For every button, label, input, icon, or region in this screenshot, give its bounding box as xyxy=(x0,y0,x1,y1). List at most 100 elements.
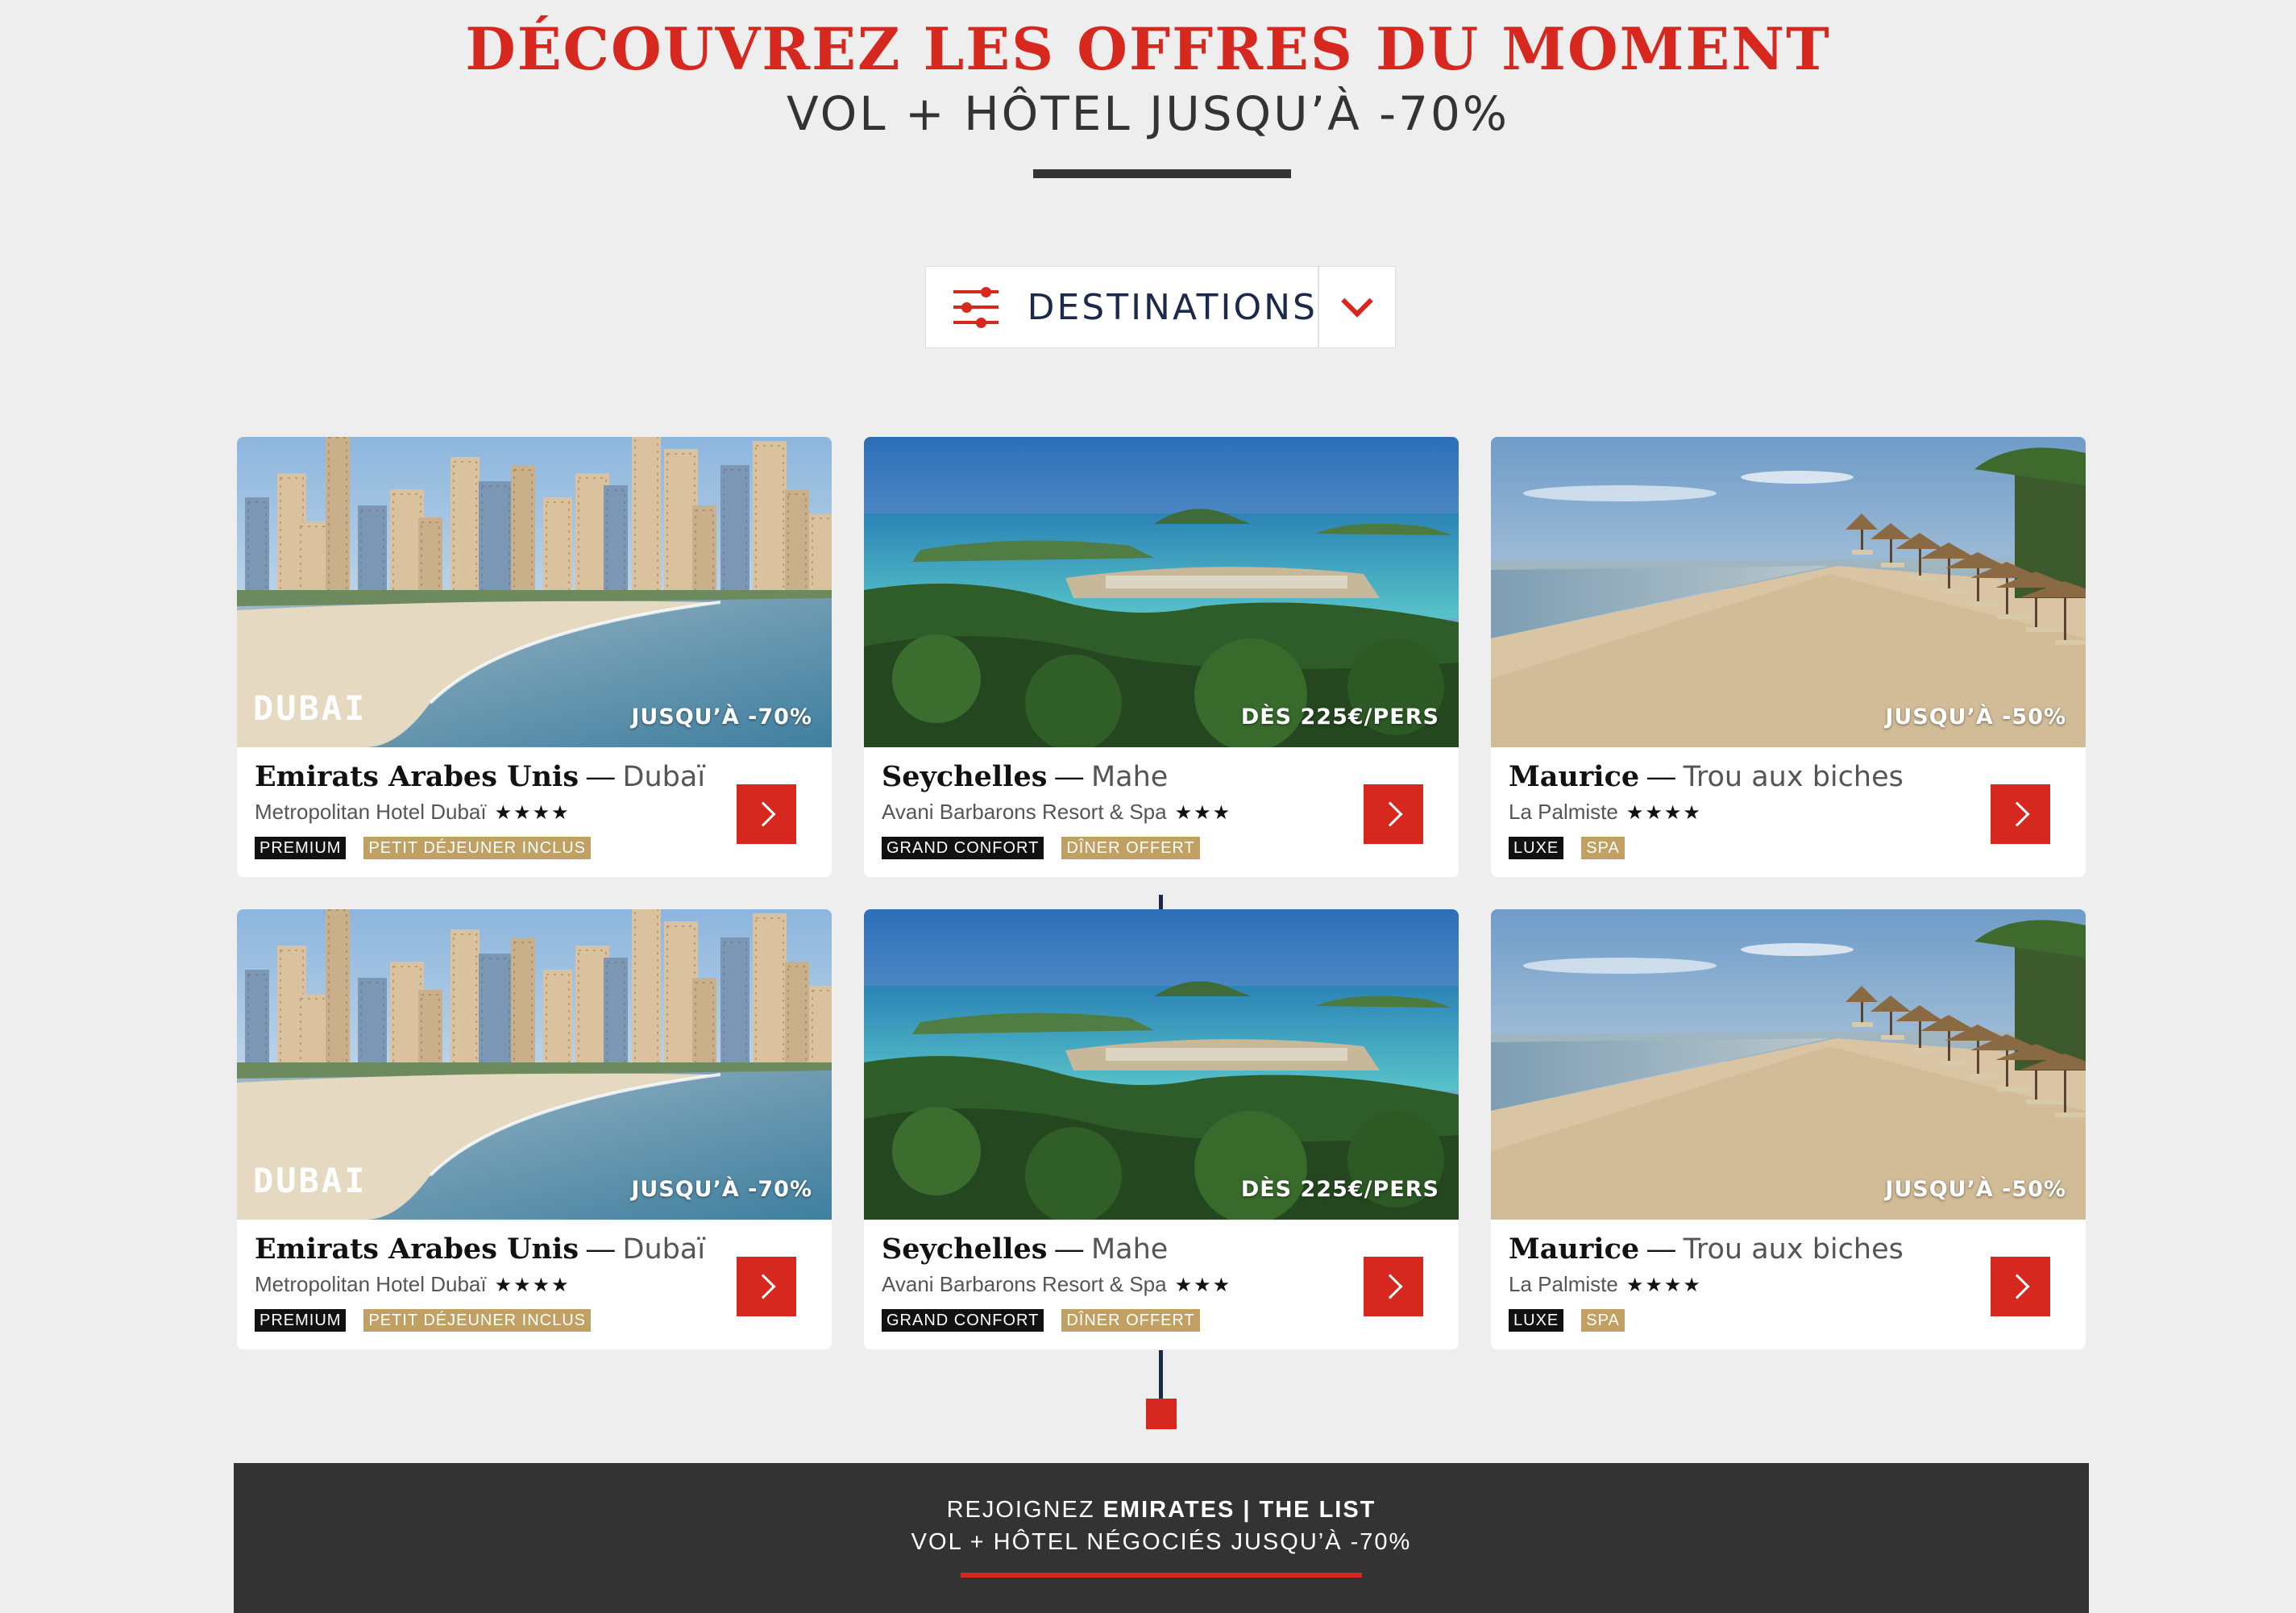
offer-hotel: Avani Barbarons Resort & Spa xyxy=(882,800,1167,824)
offer-price-badge: DÈS 225€/PERS xyxy=(1240,1177,1439,1202)
offer-tag: GRAND CONFORT xyxy=(882,1309,1044,1332)
offer-hotel-line: Avani Barbarons Resort & Spa ★★★ xyxy=(882,1270,1317,1299)
offer-tag: LUXE xyxy=(1509,1309,1564,1332)
offer-details-button[interactable] xyxy=(1364,784,1423,844)
offer-country: Emirats Arabes Unis xyxy=(255,1233,579,1266)
offer-separator: — xyxy=(586,1233,623,1265)
offer-price-badge: JUSQU’À -70% xyxy=(631,1177,812,1202)
offer-details: Emirats Arabes Unis — Dubaï Metropolitan… xyxy=(255,1232,705,1332)
offer-country: Seychelles xyxy=(882,1233,1048,1266)
offer-tag: DÎNER OFFERT xyxy=(1061,837,1200,859)
title-underline xyxy=(1033,169,1291,178)
offer-details-button[interactable] xyxy=(1991,784,2050,844)
newsletter-banner[interactable]: REJOIGNEZ EMIRATES | THE LIST VOL + HÔTE… xyxy=(234,1463,2089,1613)
offer-tag: LUXE xyxy=(1509,837,1564,859)
offer-title: Maurice — Trou aux biches xyxy=(1509,759,1944,795)
offer-details: Maurice — Trou aux biches La Palmiste ★★★… xyxy=(1509,1232,1944,1332)
sliders-icon xyxy=(953,287,999,328)
star-rating-icon: ★★★ xyxy=(1174,1274,1232,1296)
offer-tag: SPA xyxy=(1581,1309,1625,1332)
offer-image[interactable]: JUSQU’À -50% xyxy=(1491,909,2086,1220)
chevron-right-icon xyxy=(750,801,776,827)
offer-city: Trou aux biches xyxy=(1683,761,1904,793)
chevron-right-icon xyxy=(2004,1274,2030,1299)
destination-filter-button[interactable]: DESTINATIONS xyxy=(926,267,1319,347)
offer-hotel-line: Avani Barbarons Resort & Spa ★★★ xyxy=(882,798,1317,827)
offer-separator: — xyxy=(1646,1233,1684,1265)
dubai-logo: DUBAI xyxy=(253,1161,367,1200)
offer-image[interactable]: DÈS 225€/PERS xyxy=(864,909,1459,1220)
offer-card[interactable]: DÈS 225€/PERS Seychelles — Mahe Avani Ba… xyxy=(864,437,1459,877)
offer-city: Mahe xyxy=(1090,1233,1169,1266)
dubai-logo: DUBAI xyxy=(253,688,367,728)
offer-image[interactable]: DUBAI JUSQU’À -70% xyxy=(237,909,832,1220)
chevron-right-icon xyxy=(1377,801,1403,827)
offer-hotel-line: Metropolitan Hotel Dubaï ★★★★ xyxy=(255,798,690,827)
offer-details-button[interactable] xyxy=(737,1257,796,1316)
offer-hotel-line: La Palmiste ★★★★ xyxy=(1509,1270,1944,1299)
offer-hotel: La Palmiste xyxy=(1509,800,1618,824)
offer-tag: PREMIUM xyxy=(255,1309,347,1332)
offer-image[interactable]: DUBAI JUSQU’À -70% xyxy=(237,437,832,747)
offer-title: Emirats Arabes Unis — Dubaï xyxy=(255,1232,705,1267)
timeline-connector xyxy=(1159,895,1163,909)
offer-title: Maurice — Trou aux biches xyxy=(1509,1232,1944,1267)
offer-card[interactable]: DUBAI JUSQU’À -70% Emirats Arabes Unis — … xyxy=(237,909,832,1349)
offer-card[interactable]: DUBAI JUSQU’À -70% Emirats Arabes Unis — … xyxy=(237,437,832,877)
offer-card[interactable]: JUSQU’À -50% Maurice — Trou aux biches L… xyxy=(1491,437,2086,877)
offer-hotel: Avani Barbarons Resort & Spa xyxy=(882,1272,1167,1296)
chevron-down-icon xyxy=(1341,285,1373,318)
offer-title: Seychelles — Mahe xyxy=(882,1232,1317,1267)
offer-tag: PETIT DÉJEUNER INCLUS xyxy=(363,837,592,859)
star-rating-icon: ★★★ xyxy=(1174,802,1232,824)
star-rating-icon: ★★★★ xyxy=(494,1274,571,1296)
star-rating-icon: ★★★★ xyxy=(494,802,571,824)
offer-price-badge: JUSQU’À -50% xyxy=(1885,705,2066,730)
offer-details: Maurice — Trou aux biches La Palmiste ★★★… xyxy=(1509,759,1944,859)
offer-tags: PREMIUM PETIT DÉJEUNER INCLUS xyxy=(255,837,690,859)
offer-details-button[interactable] xyxy=(1364,1257,1423,1316)
offer-card[interactable]: DÈS 225€/PERS Seychelles — Mahe Avani Ba… xyxy=(864,909,1459,1349)
offer-city: Mahe xyxy=(1090,761,1169,793)
offer-details-button[interactable] xyxy=(737,784,796,844)
offer-image[interactable]: DÈS 225€/PERS xyxy=(864,437,1459,747)
chevron-right-icon xyxy=(2004,801,2030,827)
offer-hotel-line: La Palmiste ★★★★ xyxy=(1509,798,1944,827)
destination-filter-label: DESTINATIONS xyxy=(1027,286,1318,328)
offer-separator: — xyxy=(1646,761,1684,792)
newsletter-subtitle: VOL + HÔTEL NÉGOCIÉS JUSQU’À -70% xyxy=(911,1529,1412,1555)
offer-tag: PREMIUM xyxy=(255,837,347,859)
offer-hotel: Metropolitan Hotel Dubaï xyxy=(255,800,487,824)
offer-price-badge: JUSQU’À -50% xyxy=(1885,1177,2066,1202)
offer-tag: DÎNER OFFERT xyxy=(1061,1309,1200,1332)
offer-country: Maurice xyxy=(1509,1233,1640,1266)
offer-city: Trou aux biches xyxy=(1683,1233,1904,1266)
chevron-right-icon xyxy=(750,1274,776,1299)
destination-filter-toggle[interactable] xyxy=(1319,267,1395,347)
offer-details: Seychelles — Mahe Avani Barbarons Resort… xyxy=(882,759,1317,859)
offer-price-badge: DÈS 225€/PERS xyxy=(1240,705,1439,730)
offer-tags: PREMIUM PETIT DÉJEUNER INCLUS xyxy=(255,1309,690,1332)
offer-tag: PETIT DÉJEUNER INCLUS xyxy=(363,1309,592,1332)
offer-tags: GRAND CONFORT DÎNER OFFERT xyxy=(882,1309,1317,1332)
page-subtitle: VOL + HÔTEL JUSQU’À -70% xyxy=(786,86,1510,141)
offer-details-button[interactable] xyxy=(1991,1257,2050,1316)
newsletter-prefix: REJOIGNEZ xyxy=(946,1497,1103,1523)
offer-separator: — xyxy=(1055,761,1091,792)
offer-hotel-line: Metropolitan Hotel Dubaï ★★★★ xyxy=(255,1270,690,1299)
offer-city: Dubaï xyxy=(622,1233,706,1266)
destination-filter[interactable]: DESTINATIONS xyxy=(925,266,1396,348)
offer-tag: SPA xyxy=(1581,837,1625,859)
offer-city: Dubaï xyxy=(622,761,706,793)
offer-image[interactable]: JUSQU’À -50% xyxy=(1491,437,2086,747)
offer-separator: — xyxy=(586,761,623,792)
offer-card[interactable]: JUSQU’À -50% Maurice — Trou aux biches L… xyxy=(1491,909,2086,1349)
star-rating-icon: ★★★★ xyxy=(1625,1274,1702,1296)
offer-separator: — xyxy=(1055,1233,1091,1265)
offer-title: Seychelles — Mahe xyxy=(882,759,1317,795)
offer-country: Maurice xyxy=(1509,760,1640,793)
offer-tags: LUXE SPA xyxy=(1509,1309,1944,1332)
newsletter-brand: EMIRATES | THE LIST xyxy=(1102,1497,1376,1523)
offer-country: Emirats Arabes Unis xyxy=(255,760,579,793)
timeline-end-marker xyxy=(1146,1399,1177,1429)
